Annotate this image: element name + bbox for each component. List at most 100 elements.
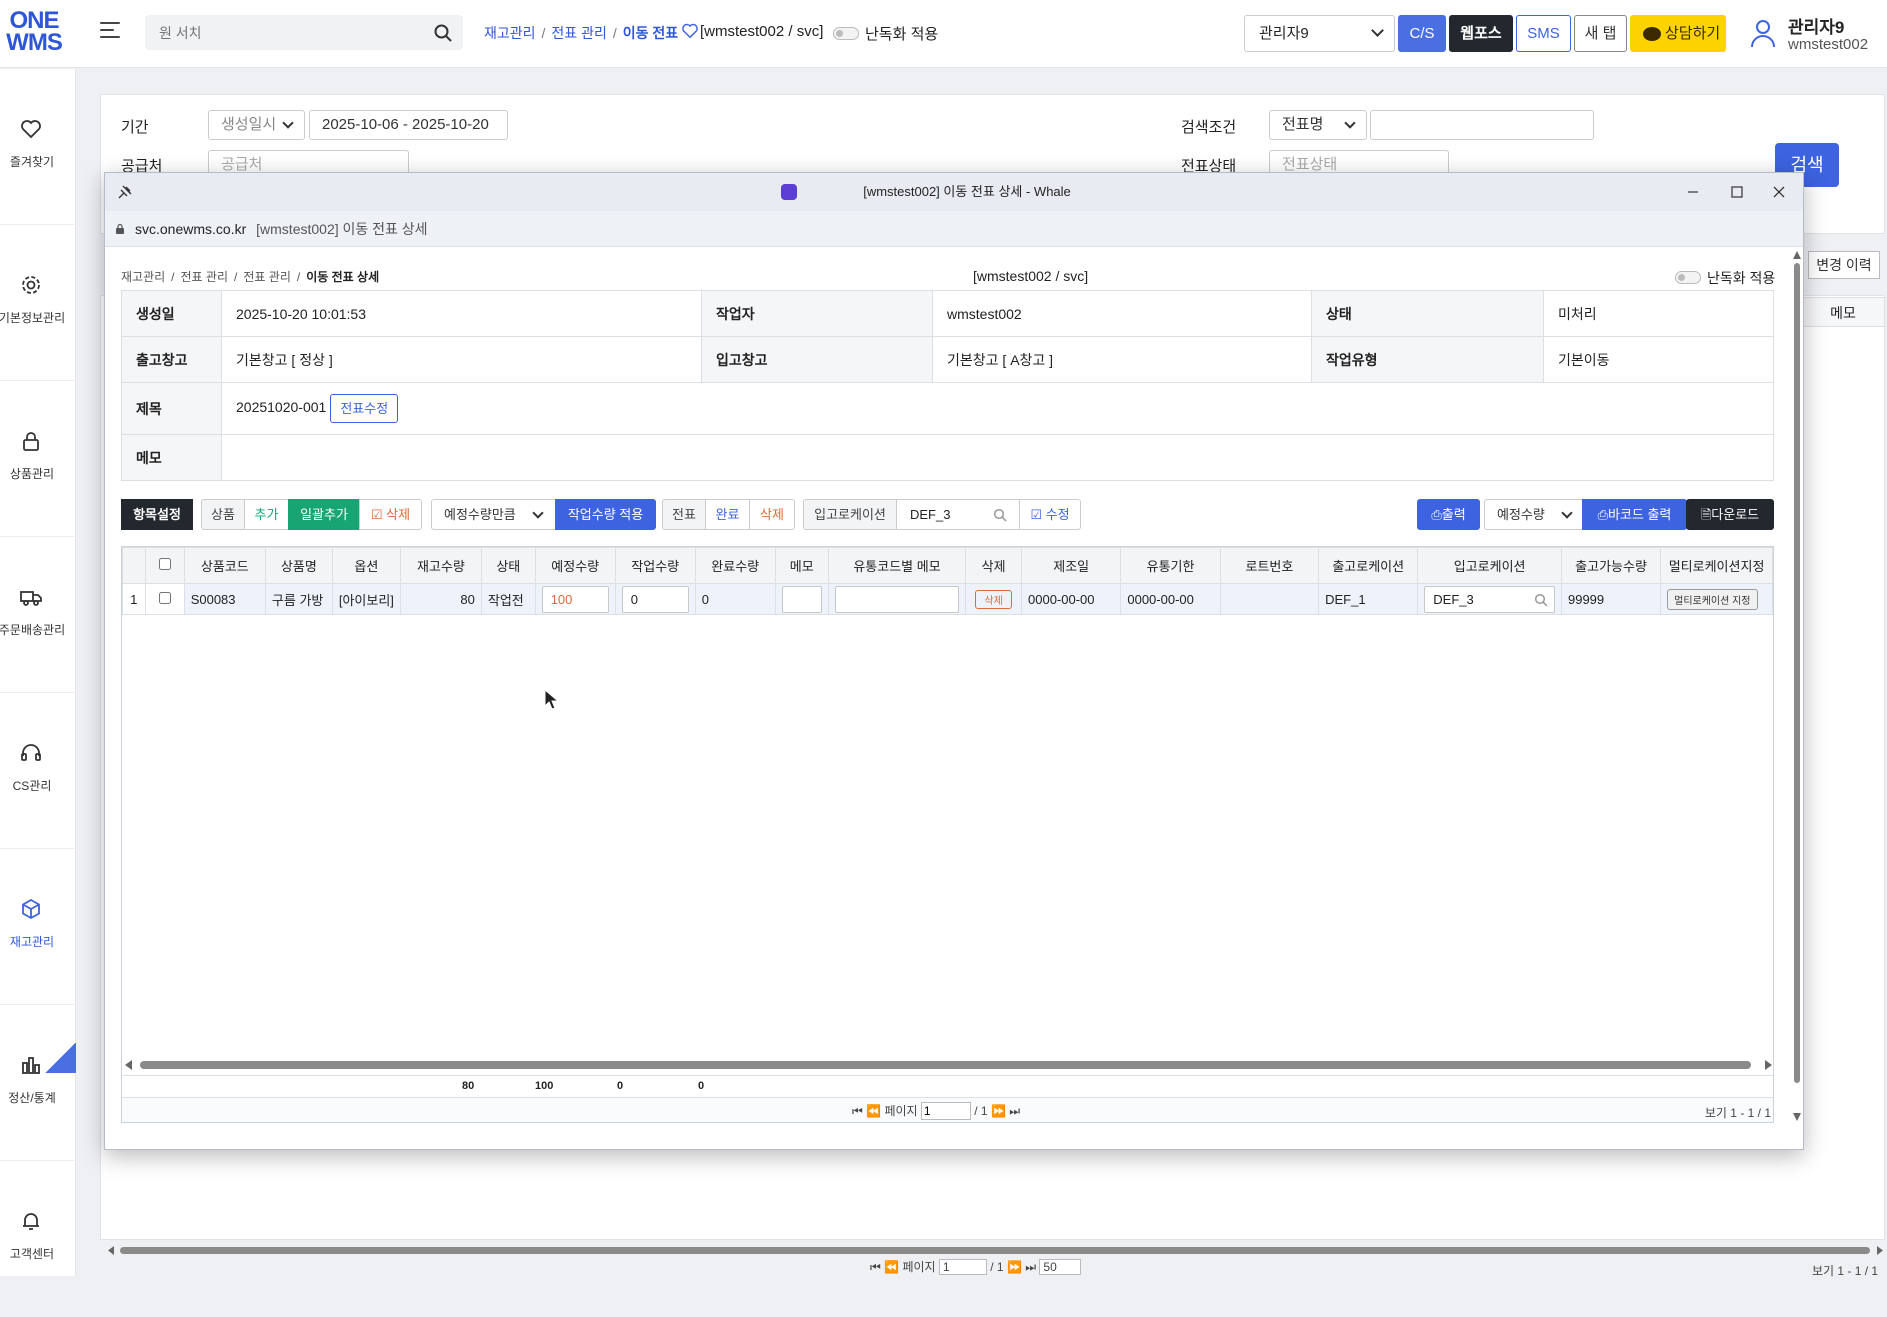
row-delete-button[interactable]: 삭제	[975, 589, 1012, 609]
download-button[interactable]: 🗎다운로드	[1686, 499, 1774, 530]
period-date-range-input[interactable]: 2025-10-06 - 2025-10-20	[309, 110, 508, 140]
pin-icon[interactable]	[117, 184, 133, 200]
add-product-button[interactable]: 추가	[244, 499, 289, 530]
last-page-icon[interactable]: ⏭	[1009, 1104, 1020, 1118]
change-history-button[interactable]: 변경 이력	[1808, 251, 1880, 279]
item-settings-button[interactable]: 항목설정	[121, 499, 193, 530]
sidebar-item-cs[interactable]: CS관리	[0, 693, 76, 849]
column-header[interactable]: 작업수량	[614, 547, 696, 584]
consult-button[interactable]: 상담하기	[1630, 15, 1726, 52]
column-header[interactable]: 입고로케이션	[1417, 547, 1562, 584]
onewms-logo[interactable]: ONE WMS	[6, 9, 63, 58]
sidebar-item-products[interactable]: 상품관리	[0, 381, 76, 537]
period-type-select[interactable]: 생성일시	[208, 110, 305, 140]
prev-page-icon[interactable]: ⏪	[866, 1104, 881, 1118]
column-header[interactable]: 로트번호	[1219, 547, 1320, 584]
memo-value[interactable]	[221, 434, 1774, 481]
search-condition-select[interactable]: 전표명	[1269, 110, 1367, 140]
complete-slip-button[interactable]: 완료	[705, 499, 750, 530]
page-number-input[interactable]: 1	[938, 1259, 987, 1275]
row-in-location-input[interactable]: DEF_3	[1424, 585, 1555, 613]
column-header[interactable]: 재고수량	[399, 547, 482, 584]
stock-qty: 80	[399, 583, 482, 615]
grid-horizontal-scrollbar[interactable]	[122, 1059, 1774, 1071]
first-page-icon[interactable]: ⏮	[870, 1260, 881, 1274]
row-checkbox[interactable]	[144, 583, 185, 615]
apply-work-qty-button[interactable]: 작업수량 적용	[555, 499, 656, 530]
next-page-icon[interactable]: ⏩	[1007, 1260, 1022, 1274]
modal-vertical-scrollbar[interactable]	[1792, 251, 1802, 1121]
breadcrumb: 재고관리 / 전표 관리 / 이동 전표	[484, 25, 679, 41]
favorite-heart-icon[interactable]	[681, 22, 699, 40]
hamburger-menu-icon[interactable]	[100, 22, 120, 40]
breadcrumb-item[interactable]: 재고관리	[484, 25, 536, 41]
breadcrumb-item[interactable]: 전표 관리	[181, 270, 229, 284]
sidebar-item-statistics[interactable]: 정산/통계	[0, 1005, 76, 1161]
last-page-icon[interactable]: ⏭	[1025, 1260, 1036, 1274]
column-header[interactable]: 메모	[774, 547, 829, 584]
edit-slip-button[interactable]: 전표수정	[330, 394, 399, 423]
multi-location-button[interactable]: 멀티로케이션 지정	[1667, 588, 1758, 610]
window-title-bar[interactable]: [wmstest002] 이동 전표 상세 - Whale	[105, 173, 1803, 211]
prev-page-icon[interactable]: ⏪	[884, 1260, 899, 1274]
breadcrumb-item[interactable]: 전표 관리	[243, 270, 291, 284]
minimize-icon[interactable]	[1675, 179, 1711, 205]
user-avatar-icon[interactable]	[1750, 18, 1776, 48]
search-icon[interactable]	[1534, 593, 1548, 607]
row-memo-input[interactable]	[781, 585, 822, 613]
column-header[interactable]: 제조일	[1020, 547, 1122, 584]
cs-button[interactable]: C/S	[1398, 15, 1446, 52]
obfuscate-toggle[interactable]	[833, 27, 859, 40]
in-location-input[interactable]: DEF_3	[896, 499, 1020, 530]
address-bar[interactable]: svc.onewms.co.kr [wmstest002] 이동 전표 상세	[105, 211, 1803, 247]
select-all-checkbox[interactable]	[144, 547, 185, 584]
search-icon[interactable]	[433, 23, 453, 43]
webpos-button[interactable]: 웹포스	[1449, 15, 1513, 52]
sidebar-item-basic-info[interactable]: 기본정보관리	[0, 225, 76, 381]
barcode-print-button[interactable]: ⎙바코드 출력	[1582, 499, 1687, 530]
print-button[interactable]: ⎙출력	[1417, 499, 1480, 530]
modify-location-button[interactable]: ☑ 수정	[1019, 499, 1081, 530]
page-size-select[interactable]: 50	[1039, 1259, 1082, 1275]
column-header[interactable]: 삭제	[965, 547, 1022, 584]
breadcrumb-item[interactable]: 전표 관리	[551, 25, 606, 41]
column-header[interactable]: 예정수량	[534, 547, 616, 584]
column-header[interactable]: 상품명	[264, 547, 333, 584]
qty-mode-select[interactable]: 예정수량만큼	[431, 499, 556, 530]
sms-button[interactable]: SMS	[1516, 15, 1571, 52]
delete-product-button[interactable]: ☑ 삭제	[359, 499, 422, 530]
table-row[interactable]: 1 S00083 구름 가방 [아이보리] 80 작업전 100 0 0 삭제 …	[122, 583, 1773, 615]
search-icon[interactable]	[993, 508, 1007, 522]
column-header[interactable]: 옵션	[331, 547, 401, 584]
dist-code-memo-input[interactable]	[834, 585, 960, 613]
horizontal-scrollbar[interactable]	[108, 1245, 1883, 1256]
column-header[interactable]: 완료수량	[694, 547, 776, 584]
sidebar-item-favorites[interactable]: 즐겨찾기	[0, 69, 76, 225]
first-page-icon[interactable]: ⏮	[852, 1104, 863, 1118]
close-icon[interactable]	[1761, 179, 1797, 205]
bulk-add-button[interactable]: 일괄추가	[288, 499, 360, 530]
column-header[interactable]: 출고가능수량	[1560, 547, 1662, 584]
delete-slip-button[interactable]: 삭제	[749, 499, 795, 530]
new-tab-button[interactable]: 새 탭	[1574, 15, 1627, 52]
column-header[interactable]: 상품코드	[183, 547, 266, 584]
column-header[interactable]: 상태	[480, 547, 536, 584]
column-header[interactable]: 멀티로케이션지정	[1660, 547, 1773, 584]
column-header[interactable]: 유통기한	[1120, 547, 1221, 584]
breadcrumb-item[interactable]: 재고관리	[121, 270, 165, 284]
qty-select[interactable]: 예정수량	[1484, 499, 1583, 530]
sidebar-item-inventory[interactable]: 재고관리	[0, 849, 76, 1005]
planned-qty-input[interactable]: 100	[541, 585, 609, 613]
maximize-icon[interactable]	[1719, 179, 1755, 205]
column-header[interactable]: 출고로케이션	[1318, 547, 1419, 584]
page-number-input[interactable]	[920, 1102, 971, 1120]
sidebar-item-support[interactable]: 고객센터	[0, 1161, 76, 1317]
global-search-input[interactable]	[145, 15, 463, 50]
column-header[interactable]: 유통코드별 메모	[827, 547, 967, 584]
obfuscate-toggle[interactable]	[1675, 271, 1701, 284]
work-qty-input[interactable]: 0	[621, 585, 689, 613]
next-page-icon[interactable]: ⏩	[991, 1104, 1006, 1118]
search-condition-input[interactable]	[1370, 110, 1594, 140]
sidebar-item-orders[interactable]: 주문배송관리	[0, 537, 76, 693]
admin-select[interactable]: 관리자9	[1244, 15, 1395, 52]
